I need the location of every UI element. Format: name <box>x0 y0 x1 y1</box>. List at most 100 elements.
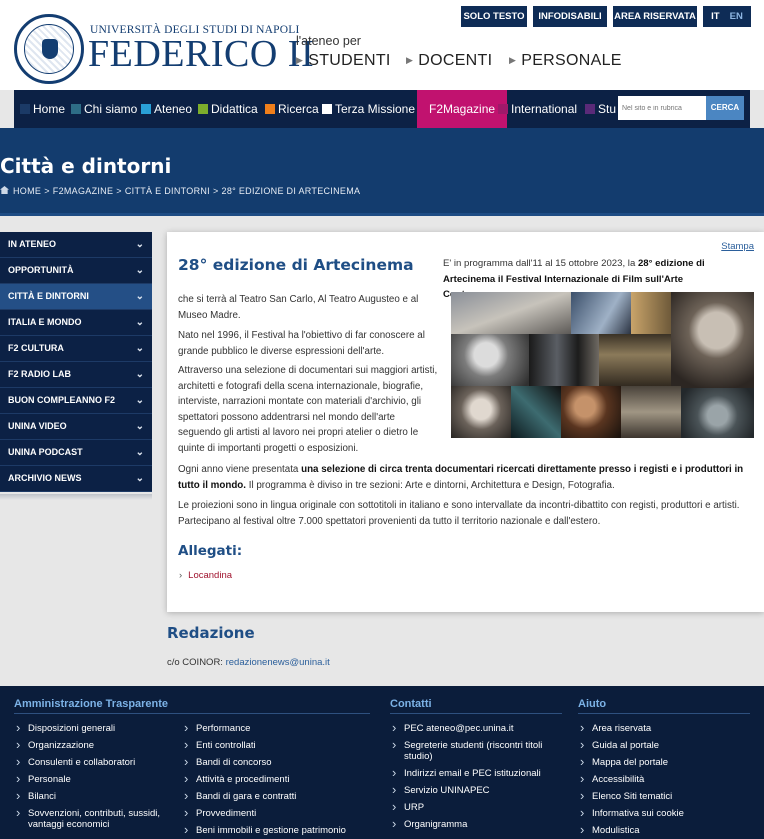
infodisabili-link[interactable]: INFODISABILI <box>533 6 607 27</box>
color-square-icon <box>20 104 30 114</box>
sidebar-item-unina-podcast[interactable]: UNINA PODCAST ⌄ <box>0 440 152 466</box>
sidebar-item-f2-radio-lab[interactable]: F2 RADIO LAB ⌄ <box>0 362 152 388</box>
chevron-down-icon: ⌄ <box>135 291 144 302</box>
chevron-down-icon: ⌄ <box>135 317 144 328</box>
footer-link[interactable]: Segreterie studenti (riscontri titoli st… <box>390 739 560 762</box>
chevron-down-icon: ⌄ <box>135 369 144 380</box>
collage-tile <box>571 292 631 334</box>
sidebar-item-italia-e-mondo[interactable]: ITALIA E MONDO ⌄ <box>0 310 152 336</box>
redazione-contact: c/o COINOR: redazionenews@unina.it <box>167 657 330 668</box>
color-square-icon <box>322 104 332 114</box>
nav-item-terza-missione[interactable]: Terza Missione <box>322 90 415 128</box>
lang-it-link[interactable]: IT <box>711 11 719 22</box>
footer-link[interactable]: Provvedimenti <box>182 807 372 819</box>
color-square-icon <box>71 104 81 114</box>
section-title: Città e dintorni <box>0 154 172 178</box>
footer-link[interactable]: Disposizioni generali <box>14 722 174 734</box>
footer-link[interactable]: Beni immobili e gestione patrimonio <box>182 824 372 836</box>
triangle-right-icon: ▶ <box>509 55 517 65</box>
section-sidebar: IN ATENEO ⌄ OPPORTUNITÀ ⌄ CITTÀ E DINTORNI… <box>0 232 152 492</box>
print-link[interactable]: Stampa <box>721 241 754 252</box>
chevron-down-icon: ⌄ <box>135 421 144 432</box>
footer-link[interactable]: Accessibilità <box>578 773 758 785</box>
footer-link[interactable]: Indirizzi email e PEC istituzionali <box>390 767 560 779</box>
footer-link[interactable]: PEC ateneo@pec.unina.it <box>390 722 560 734</box>
sidebar-item-buon-compleanno-f2[interactable]: BUON COMPLEANNO F2 ⌄ <box>0 388 152 414</box>
audience-link-docenti[interactable]: ▶ DOCENTI <box>406 52 492 70</box>
collage-tile <box>511 386 561 438</box>
home-icon <box>0 186 9 194</box>
triangle-right-icon: ▶ <box>406 55 414 65</box>
footer-link[interactable]: Enti controllati <box>182 739 372 751</box>
footer-heading-contatti: Contatti <box>390 698 432 710</box>
article-title: 28° edizione di Artecinema <box>178 256 414 274</box>
site-footer: Amministrazione Trasparente Disposizioni… <box>0 686 764 839</box>
sidebar-item-unina-video[interactable]: UNINA VIDEO ⌄ <box>0 414 152 440</box>
university-seal-logo[interactable] <box>14 14 84 84</box>
sidebar-item-archivio-news[interactable]: ARCHIVIO NEWS ⌄ <box>0 466 152 492</box>
lang-en-link[interactable]: EN <box>730 11 743 22</box>
footer-heading-amministrazione: Amministrazione Trasparente <box>14 698 169 710</box>
footer-link[interactable]: Elenco Siti tematici <box>578 790 758 802</box>
footer-link[interactable]: Attività e procedimenti <box>182 773 372 785</box>
attachment-link-locandina[interactable]: › Locandina <box>179 570 232 581</box>
footer-link[interactable]: Guida al portale <box>578 739 758 751</box>
artecinema-image-collage[interactable] <box>451 292 754 438</box>
nav-item-chi-siamo[interactable]: Chi siamo <box>71 90 137 128</box>
footer-list-amministrazione-2: Performance Enti controllati Bandi di co… <box>182 722 372 839</box>
footer-link[interactable]: Personale <box>14 773 174 785</box>
solo-testo-link[interactable]: SOLO TESTO <box>461 6 527 27</box>
seal-inner-ring <box>24 24 74 74</box>
nav-item-f2magazine[interactable]: F2Magazine <box>417 90 508 128</box>
sidebar-item-in-ateneo[interactable]: IN ATENEO ⌄ <box>0 232 152 258</box>
redazione-email-link[interactable]: redazionenews@unina.it <box>226 657 330 668</box>
article-paragraph: Attraverso una selezione di documentari … <box>178 365 438 454</box>
chevron-down-icon: ⌄ <box>135 265 144 276</box>
article-paragraph: Le proiezioni sono in lingua originale c… <box>178 500 740 527</box>
audience-link-personale[interactable]: ▶ PERSONALE <box>509 52 622 70</box>
nav-item-ricerca[interactable]: Ricerca <box>265 90 319 128</box>
footer-link[interactable]: Bandi di concorso <box>182 756 372 768</box>
area-riservata-link[interactable]: AREA RISERVATA <box>613 6 697 27</box>
breadcrumb-home[interactable]: HOME <box>13 186 41 196</box>
triangle-right-icon: ▶ <box>296 55 304 65</box>
collage-tile <box>599 334 671 386</box>
footer-link[interactable]: Area riservata <box>578 722 758 734</box>
footer-link[interactable]: URP <box>390 801 560 813</box>
footer-link[interactable]: Servizio UNINAPEC <box>390 784 560 796</box>
footer-link[interactable]: Performance <box>182 722 372 734</box>
chevron-down-icon: ⌄ <box>135 473 144 484</box>
footer-link[interactable]: Organizzazione <box>14 739 174 751</box>
collage-tile <box>681 388 754 438</box>
footer-link[interactable]: Informativa sui cookie <box>578 807 758 819</box>
ateneo-per-label: l'ateneo per <box>296 34 361 48</box>
color-square-icon <box>265 104 275 114</box>
nav-item-international[interactable]: International <box>498 90 577 128</box>
footer-link[interactable]: Consulenti e collaboratori <box>14 756 174 768</box>
sidebar-item-f2-cultura[interactable]: F2 CULTURA ⌄ <box>0 336 152 362</box>
footer-link[interactable]: Sovvenzioni, contributi, sussidi, vantag… <box>14 807 174 830</box>
breadcrumb-f2magazine[interactable]: F2MAGAZINE <box>53 186 114 196</box>
collage-tile <box>451 334 529 386</box>
sidebar-item-opportunita[interactable]: OPPORTUNITÀ ⌄ <box>0 258 152 284</box>
sidebar-item-citta-e-dintorni[interactable]: CITTÀ E DINTORNI ⌄ <box>0 284 152 310</box>
search-input[interactable] <box>618 96 706 120</box>
nav-item-didattica[interactable]: Didattica <box>198 90 258 128</box>
footer-link[interactable]: Modulistica <box>578 824 758 836</box>
footer-link[interactable]: Organigramma <box>390 818 560 830</box>
collage-tile <box>451 386 511 438</box>
search-button[interactable]: CERCA <box>706 96 744 120</box>
footer-link[interactable]: Mappa del portale <box>578 756 758 768</box>
collage-tile <box>451 292 571 334</box>
nav-item-studenti-truncated[interactable]: Stu <box>585 90 616 128</box>
footer-list-aiuto: Area riservata Guida al portale Mappa de… <box>578 722 758 839</box>
breadcrumb-current: 28° EDIZIONE DI ARTECINEMA <box>221 186 361 196</box>
logo-title[interactable]: FEDERICO II <box>88 34 314 74</box>
collage-tile <box>529 334 599 386</box>
audience-link-studenti[interactable]: ▶ STUDENTI <box>296 52 391 70</box>
footer-link[interactable]: Bandi di gara e contratti <box>182 790 372 802</box>
breadcrumb-citta-e-dintorni[interactable]: CITTÀ E DINTORNI <box>125 186 210 196</box>
footer-link[interactable]: Bilanci <box>14 790 174 802</box>
nav-item-home[interactable]: Home <box>20 90 65 128</box>
nav-item-ateneo[interactable]: Ateneo <box>141 90 192 128</box>
